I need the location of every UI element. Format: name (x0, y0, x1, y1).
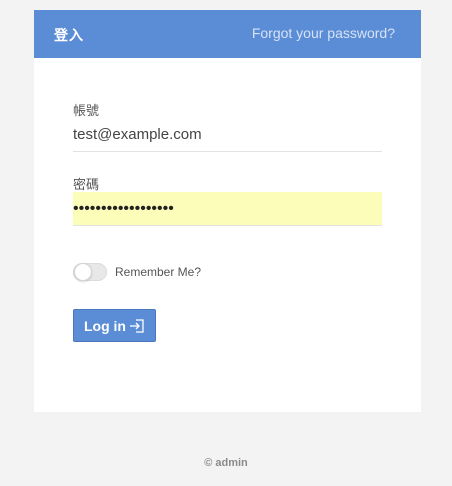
username-label: 帳號 (73, 104, 100, 119)
login-button-label: Log in (84, 317, 126, 334)
password-field-group: 密碼 (73, 174, 382, 226)
card-header: 登入 Forgot your password? (34, 10, 421, 58)
remember-me-row: Remember Me? (73, 262, 201, 282)
login-icon (129, 318, 145, 334)
page-title: 登入 (54, 28, 84, 44)
password-input[interactable] (73, 192, 382, 226)
toggle-knob (74, 263, 92, 281)
password-label: 密碼 (73, 178, 100, 193)
username-input[interactable] (73, 118, 382, 152)
login-button[interactable]: Log in (73, 309, 156, 342)
username-field-group: 帳號 (73, 100, 382, 152)
remember-me-toggle[interactable] (73, 263, 107, 281)
forgot-password-link[interactable]: Forgot your password? (252, 25, 395, 41)
remember-me-label[interactable]: Remember Me? (115, 265, 201, 279)
footer-copyright: © admin (204, 457, 248, 469)
login-card: 登入 Forgot your password? 帳號 密碼 Remember … (34, 10, 421, 412)
